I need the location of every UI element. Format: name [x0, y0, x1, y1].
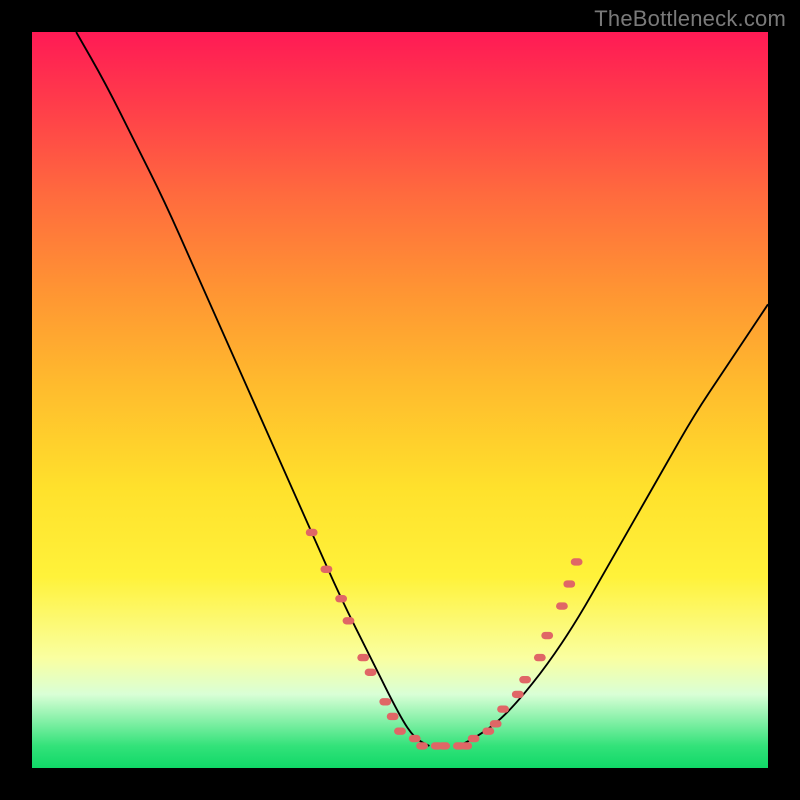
marker-dot — [519, 676, 531, 683]
marker-dot — [438, 742, 450, 749]
marker-dot — [556, 602, 568, 609]
marker-dot — [343, 617, 355, 624]
marker-dot — [490, 720, 502, 727]
marker-dot — [571, 558, 583, 565]
marker-dot — [321, 566, 333, 573]
right-curve-path — [459, 304, 768, 746]
watermark-label: TheBottleneck.com — [594, 6, 786, 32]
series-right-curve — [459, 304, 768, 746]
left-curve-path — [76, 32, 429, 746]
marker-group — [306, 529, 583, 750]
chart-svg — [32, 32, 768, 768]
marker-dot — [306, 529, 318, 536]
series-left-curve — [76, 32, 429, 746]
marker-dot — [409, 735, 421, 742]
marker-dot — [365, 669, 377, 676]
chart-frame: TheBottleneck.com — [0, 0, 800, 800]
marker-dot — [416, 742, 428, 749]
marker-dot — [482, 728, 494, 735]
marker-dot — [497, 705, 509, 712]
plot-area — [32, 32, 768, 768]
marker-dot — [541, 632, 553, 639]
marker-dot — [512, 691, 524, 698]
marker-dot — [534, 654, 546, 661]
marker-dot — [357, 654, 369, 661]
marker-dot — [387, 713, 399, 720]
marker-dot — [468, 735, 480, 742]
marker-dot — [563, 580, 575, 587]
marker-dot — [394, 728, 406, 735]
marker-dot — [379, 698, 391, 705]
marker-dot — [460, 742, 472, 749]
marker-dot — [335, 595, 347, 602]
